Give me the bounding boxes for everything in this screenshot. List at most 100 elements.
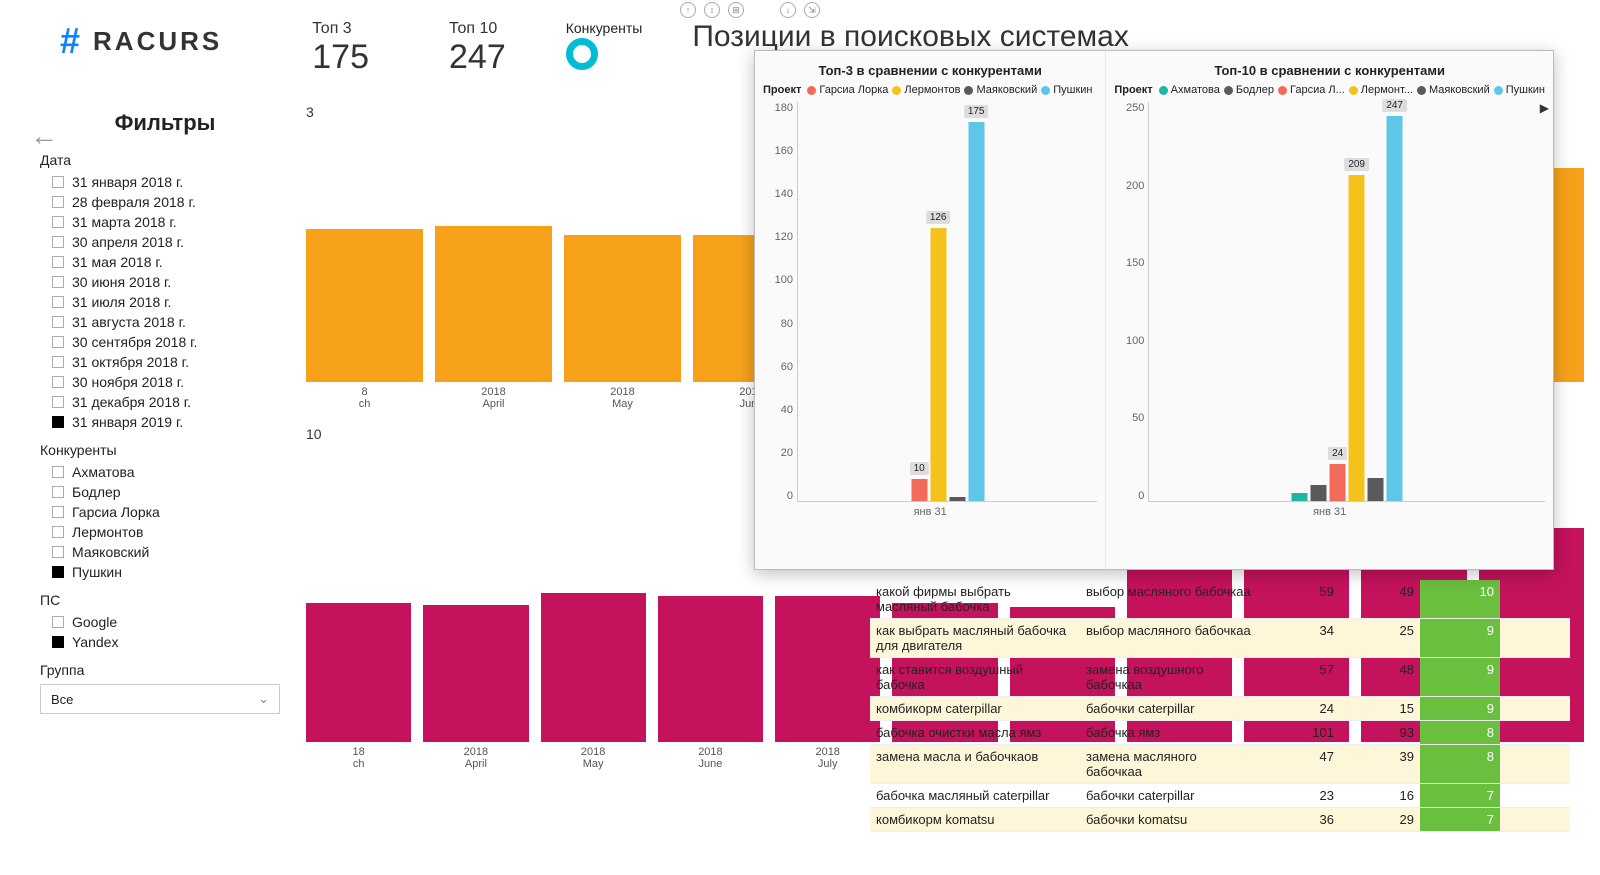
group-dropdown[interactable]: Все ⌄ bbox=[40, 684, 280, 714]
sort-icon[interactable]: ↕ bbox=[704, 2, 720, 18]
table-cell: 34 bbox=[1260, 619, 1340, 657]
pin-icon[interactable]: ⇲ bbox=[804, 2, 820, 18]
legend-entry[interactable]: Маяковский bbox=[1417, 84, 1490, 96]
checkbox-icon bbox=[52, 336, 64, 348]
filters-panel: ← Фильтры Дата 31 января 2018 г.28 февра… bbox=[40, 110, 290, 714]
ps-item-label: Google bbox=[72, 614, 117, 630]
table-row[interactable]: бабочка масляный caterpillarбабочки cate… bbox=[870, 784, 1570, 808]
x-tick: 2018July bbox=[775, 746, 880, 770]
date-item-3[interactable]: 30 апреля 2018 г. bbox=[40, 232, 290, 252]
y-tick: 20 bbox=[763, 447, 793, 459]
tooltip-chart-top10[interactable]: Топ-10 в сравнении с конкурентами Проект… bbox=[1106, 51, 1553, 569]
bar[interactable] bbox=[306, 229, 423, 382]
competitor-bar[interactable]: 24 bbox=[1330, 464, 1346, 501]
date-item-12[interactable]: 31 января 2019 г. bbox=[40, 412, 290, 432]
table-cell: 47 bbox=[1260, 745, 1340, 783]
tc10-title: Топ-10 в сравнении с конкурентами bbox=[1114, 63, 1545, 78]
table-row[interactable]: замена масла и бабочкаовзамена масляного… bbox=[870, 745, 1570, 784]
competitor-bar[interactable] bbox=[1368, 478, 1384, 501]
date-item-label: 30 апреля 2018 г. bbox=[72, 234, 184, 250]
filter-date-label: Дата bbox=[40, 152, 290, 168]
legend-text: Пушкин bbox=[1053, 84, 1092, 96]
table-row[interactable]: комбикорм komatsuбабочки komatsu36297 bbox=[870, 808, 1570, 832]
legend-entry[interactable]: Лермонт... bbox=[1349, 84, 1413, 96]
table-row[interactable]: как ставится воздушный бабочказамена воз… bbox=[870, 658, 1570, 697]
legend-entry[interactable]: Пушкин bbox=[1041, 84, 1092, 96]
table-row[interactable]: как выбрать масляный бабочка для двигате… bbox=[870, 619, 1570, 658]
legend-dot-icon bbox=[1417, 86, 1426, 95]
kpi-top3: Топ 3 175 bbox=[312, 20, 369, 77]
table-row[interactable]: какой фирмы выбрать масляный бабочкавыбо… bbox=[870, 580, 1570, 619]
date-item-11[interactable]: 31 декабря 2018 г. bbox=[40, 392, 290, 412]
bar[interactable] bbox=[564, 235, 681, 382]
bar[interactable] bbox=[775, 596, 880, 742]
bar[interactable] bbox=[435, 226, 552, 382]
competitor-item-2[interactable]: Гарсиа Лорка bbox=[40, 502, 290, 522]
date-item-label: 31 июля 2018 г. bbox=[72, 294, 171, 310]
tooltip-chart-top3[interactable]: Топ-3 в сравнении с конкурентами ПроектГ… bbox=[755, 51, 1106, 569]
bar[interactable] bbox=[306, 603, 411, 742]
back-button[interactable]: ← bbox=[30, 120, 58, 152]
date-item-9[interactable]: 31 октября 2018 г. bbox=[40, 352, 290, 372]
focus-icon[interactable]: ⊞ bbox=[728, 2, 744, 18]
ps-item-1[interactable]: Yandex bbox=[40, 632, 290, 652]
date-item-6[interactable]: 31 июля 2018 г. bbox=[40, 292, 290, 312]
kpi-top3-label: Топ 3 bbox=[312, 20, 369, 38]
checkbox-icon bbox=[52, 566, 64, 578]
legend-entry[interactable]: Лермонтов bbox=[892, 84, 960, 96]
positions-table[interactable]: какой фирмы выбрать масляный бабочкавыбо… bbox=[870, 580, 1570, 832]
date-item-5[interactable]: 30 июня 2018 г. bbox=[40, 272, 290, 292]
y-tick: 100 bbox=[1114, 335, 1144, 347]
competitor-bar[interactable] bbox=[1311, 485, 1327, 501]
bar[interactable] bbox=[541, 593, 646, 742]
table-row[interactable]: бабочка очистки масла ямзбабочка ямз1019… bbox=[870, 721, 1570, 745]
legend-entry[interactable]: Маяковский bbox=[964, 84, 1037, 96]
sort-asc-icon[interactable]: ↑ bbox=[680, 2, 696, 18]
date-item-8[interactable]: 30 сентября 2018 г. bbox=[40, 332, 290, 352]
ring-icon[interactable] bbox=[566, 38, 598, 70]
bar[interactable] bbox=[423, 605, 528, 742]
date-item-7[interactable]: 31 августа 2018 г. bbox=[40, 312, 290, 332]
checkbox-icon bbox=[52, 616, 64, 628]
date-item-0[interactable]: 31 января 2018 г. bbox=[40, 172, 290, 192]
legend-entry[interactable]: Бодлер bbox=[1224, 84, 1274, 96]
table-cell: бабочка очистки масла ямз bbox=[870, 721, 1080, 744]
table-cell: 57 bbox=[1260, 658, 1340, 696]
date-item-label: 28 февраля 2018 г. bbox=[72, 194, 196, 210]
date-item-label: 30 ноября 2018 г. bbox=[72, 374, 184, 390]
table-cell: выбор масляного бабочкаа bbox=[1080, 580, 1260, 618]
legend-entry[interactable]: Ахматова bbox=[1159, 84, 1220, 96]
legend-scroll-icon[interactable]: ▶ bbox=[1540, 101, 1549, 115]
bar[interactable] bbox=[658, 596, 763, 742]
competitor-bar[interactable] bbox=[1292, 493, 1308, 501]
competitor-bar[interactable]: 126 bbox=[930, 228, 946, 501]
competitor-item-5[interactable]: Пушкин bbox=[40, 562, 290, 582]
competitor-item-3[interactable]: Лермонтов bbox=[40, 522, 290, 542]
kpi-top10-value: 247 bbox=[449, 38, 506, 77]
ps-item-label: Yandex bbox=[72, 634, 118, 650]
bar-value-label: 126 bbox=[926, 211, 951, 224]
date-item-1[interactable]: 28 февраля 2018 г. bbox=[40, 192, 290, 212]
export-icon[interactable]: ↓ bbox=[780, 2, 796, 18]
legend-entry[interactable]: Пушкин bbox=[1494, 84, 1545, 96]
competitor-bar[interactable]: 10 bbox=[911, 479, 927, 501]
date-item-4[interactable]: 31 мая 2018 г. bbox=[40, 252, 290, 272]
legend-entry[interactable]: Гарсиа Л... bbox=[1278, 84, 1345, 96]
competitor-bar[interactable]: 175 bbox=[968, 122, 984, 501]
competitor-bar[interactable]: 247 bbox=[1387, 116, 1403, 501]
competitor-item-1[interactable]: Бодлер bbox=[40, 482, 290, 502]
x-tick: 18ch bbox=[306, 746, 411, 770]
table-cell: 93 bbox=[1340, 721, 1420, 744]
competitor-item-0[interactable]: Ахматова bbox=[40, 462, 290, 482]
legend-entry[interactable]: Гарсиа Лорка bbox=[807, 84, 888, 96]
competitor-bar[interactable]: 209 bbox=[1349, 175, 1365, 501]
competitor-bar[interactable] bbox=[949, 497, 965, 501]
table-cell: какой фирмы выбрать масляный бабочка bbox=[870, 580, 1080, 618]
competitor-item-4[interactable]: Маяковский bbox=[40, 542, 290, 562]
date-item-2[interactable]: 31 марта 2018 г. bbox=[40, 212, 290, 232]
date-item-10[interactable]: 30 ноября 2018 г. bbox=[40, 372, 290, 392]
table-row[interactable]: комбикорм caterpillarбабочки caterpillar… bbox=[870, 697, 1570, 721]
ps-item-0[interactable]: Google bbox=[40, 612, 290, 632]
y-tick: 250 bbox=[1114, 102, 1144, 114]
table-cell: бабочка ямз bbox=[1080, 721, 1260, 744]
